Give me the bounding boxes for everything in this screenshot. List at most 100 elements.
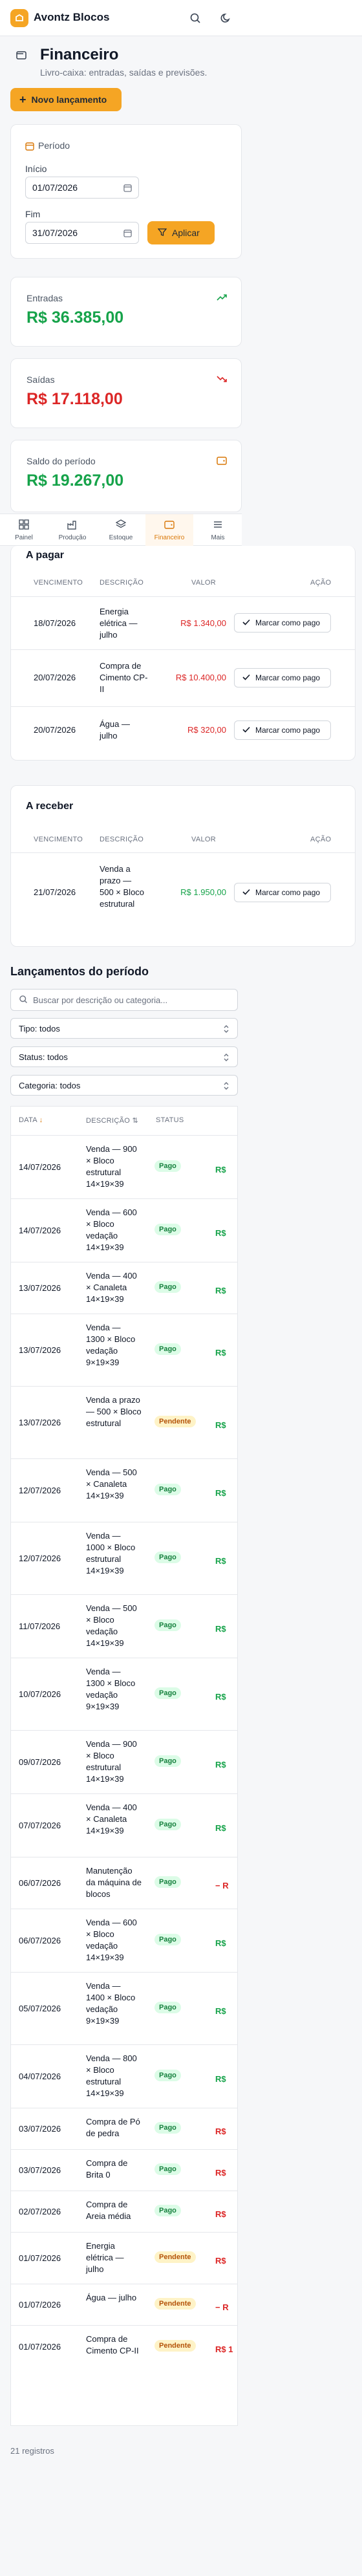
entry-date: 12/07/2026 (19, 1486, 61, 1495)
apply-button[interactable]: Aplicar (147, 221, 215, 244)
table-row[interactable]: 09/07/2026 Venda — 900 × Bloco estrutural… (11, 1730, 237, 1793)
entry-description: Venda — 1400 × Bloco vedação 9×19×39 (86, 1981, 136, 2026)
table-row[interactable]: 14/07/2026 Venda — 600 × Bloco vedação 14… (11, 1198, 237, 1262)
mark-paid-button[interactable]: Marcar como pago (234, 720, 331, 740)
mark-paid-button[interactable]: Marcar como pago (234, 883, 331, 902)
table-row[interactable]: 03/07/2026 Compra de Pó de pedra Pago R$ (11, 2108, 237, 2149)
category-filter-select[interactable]: Categoria: todos (10, 1075, 238, 1096)
chevron-updown-icon (223, 1024, 229, 1035)
table-row[interactable]: 12/07/2026 Venda — 1000 × Bloco estrutura… (11, 1522, 237, 1594)
entry-description: Manutenção da máquina de blocos (86, 1866, 142, 1899)
table-row: 20/07/2026 Água — julho R$ 320,00 Marcar… (10, 706, 356, 753)
balance-label: Saldo do período (27, 456, 96, 466)
table-row[interactable]: 10/07/2026 Venda — 1300 × Bloco vedação 9… (11, 1658, 237, 1730)
due-date: 18/07/2026 (34, 618, 76, 628)
entry-date: 03/07/2026 (19, 2165, 61, 2175)
entry-amount: R$ (215, 2209, 226, 2219)
table-row[interactable]: 13/07/2026 Venda a prazo — 500 × Bloco es… (11, 1386, 237, 1458)
status-badge: Pago (154, 1281, 181, 1293)
status-badge: Pago (154, 1687, 181, 1699)
table-row[interactable]: 01/07/2026 Compra de Cimento CP-II Pendent… (11, 2325, 237, 2368)
description: Compra de Cimento CP-II (100, 661, 148, 694)
sort-icon: ⇅ (132, 1117, 138, 1125)
nav-item-mais[interactable]: Mais (194, 514, 242, 547)
entry-date: 05/07/2026 (19, 2004, 61, 2013)
table-row[interactable]: 12/07/2026 Venda — 500 × Canaleta 14×19×3… (11, 1458, 237, 1522)
table-row[interactable]: 06/07/2026 Manutenção da máquina de bloco… (11, 1857, 237, 1909)
start-date-input[interactable]: 01/07/2026 (25, 177, 139, 199)
table-row[interactable]: 05/07/2026 Venda — 1400 × Bloco vedação 9… (11, 1972, 237, 2044)
table-row[interactable]: 02/07/2026 Compra de Areia média Pago R$ (11, 2191, 237, 2232)
table-row[interactable]: 11/07/2026 Venda — 500 × Bloco vedação 14… (11, 1594, 237, 1658)
type-filter-select[interactable]: Tipo: todos (10, 1018, 238, 1039)
receivables-title: A receber (26, 801, 74, 812)
top-bar: Avontz Blocos (0, 0, 362, 36)
table-row[interactable]: 01/07/2026 Água — julho Pendente − R (11, 2284, 237, 2325)
new-entry-button[interactable]: + Novo lançamento (10, 88, 122, 111)
entry-description: Venda a prazo — 500 × Bloco estrutural (86, 1395, 142, 1428)
entry-date: 09/07/2026 (19, 1757, 61, 1767)
description: Energia elétrica — julho (100, 607, 138, 640)
col-header: AÇÃO (310, 579, 332, 587)
due-date: 20/07/2026 (34, 673, 76, 682)
status-badge: Pago (154, 1819, 181, 1830)
nav-item-estoque[interactable]: Estoque (97, 514, 145, 547)
mark-paid-button[interactable]: Marcar como pago (234, 668, 331, 687)
table-row[interactable]: 01/07/2026 Energia elétrica — julho Penden… (11, 2232, 237, 2284)
mark-paid-button[interactable]: Marcar como pago (234, 613, 331, 633)
table-row[interactable]: 07/07/2026 Venda — 400 × Canaleta 14×19×3… (11, 1793, 237, 1857)
table-row[interactable]: 13/07/2026 Venda — 400 × Canaleta 14×19×3… (11, 1262, 237, 1314)
balance-value: R$ 19.267,00 (27, 471, 124, 490)
table-row[interactable]: 04/07/2026 Venda — 800 × Bloco estrutural… (11, 2044, 237, 2108)
check-icon (242, 618, 250, 627)
entry-description: Venda — 1300 × Bloco vedação 9×19×39 (86, 1323, 136, 1367)
status-filter-select[interactable]: Status: todos (10, 1046, 238, 1067)
end-date-input[interactable]: 31/07/2026 (25, 222, 139, 244)
entry-amount: R$ (215, 1228, 226, 1238)
description: Água — julho (100, 719, 130, 741)
layers-icon (115, 519, 127, 532)
status-badge: Pago (154, 1934, 181, 1945)
entry-amount: R$ (215, 1624, 226, 1634)
entry-description: Venda — 900 × Bloco estrutural 14×19×39 (86, 1144, 137, 1189)
status-badge: Pago (154, 2163, 181, 2175)
table-row[interactable]: 14/07/2026 Venda — 900 × Bloco estrutural… (11, 1135, 237, 1198)
table-row[interactable]: 06/07/2026 Venda — 600 × Bloco vedação 14… (11, 1909, 237, 1972)
income-value: R$ 36.385,00 (27, 308, 124, 327)
entry-date: 01/07/2026 (19, 2300, 61, 2310)
search-input[interactable]: Buscar por descrição ou categoria... (10, 989, 238, 1011)
entry-description: Venda — 1000 × Bloco estrutural 14×19×39 (86, 1531, 136, 1575)
status-badge: Pago (154, 1343, 181, 1355)
nav-item-financeiro[interactable]: Financeiro (145, 514, 193, 547)
table-row: 18/07/2026 Energia elétrica — julho R$ 1… (10, 596, 356, 649)
trending-down-icon (217, 374, 227, 386)
nav-item-producao[interactable]: Produção (48, 514, 96, 547)
nav-item-painel[interactable]: Painel (0, 514, 48, 547)
check-icon (242, 673, 250, 682)
sort-date-header[interactable]: DATA ↓ (19, 1116, 43, 1124)
col-header: VALOR (191, 579, 216, 587)
search-icon[interactable] (187, 10, 203, 26)
entry-amount: R$ (215, 1760, 226, 1770)
bottom-nav: Painel Produção Estoque Financeiro Mais (0, 514, 242, 547)
amount: R$ 10.400,00 (175, 673, 226, 682)
income-label: Entradas (27, 293, 63, 303)
entry-amount: R$ (215, 2256, 226, 2266)
sort-description-header[interactable]: DESCRIÇÃO ⇅ (86, 1116, 138, 1125)
ledger-title: Lançamentos do período (10, 965, 149, 978)
col-header: VENCIMENTO (34, 836, 83, 843)
entry-amount: R$ (215, 2006, 226, 2016)
expense-card: Saídas R$ 17.118,00 (10, 358, 242, 428)
calendar-icon (123, 229, 132, 239)
col-header: STATUS (156, 1116, 184, 1124)
entry-date: 13/07/2026 (19, 1418, 61, 1427)
entry-amount: R$ (215, 1938, 226, 1948)
entry-description: Compra de Brita 0 (86, 2158, 128, 2180)
entry-date: 10/07/2026 (19, 1689, 61, 1699)
dark-mode-icon[interactable] (218, 10, 234, 26)
entry-amount: R$ 1 (215, 2344, 233, 2354)
due-date: 20/07/2026 (34, 725, 76, 735)
end-date-label: Fim (25, 209, 41, 219)
table-row[interactable]: 03/07/2026 Compra de Brita 0 Pago R$ (11, 2149, 237, 2191)
table-row[interactable]: 13/07/2026 Venda — 1300 × Bloco vedação 9… (11, 1314, 237, 1386)
